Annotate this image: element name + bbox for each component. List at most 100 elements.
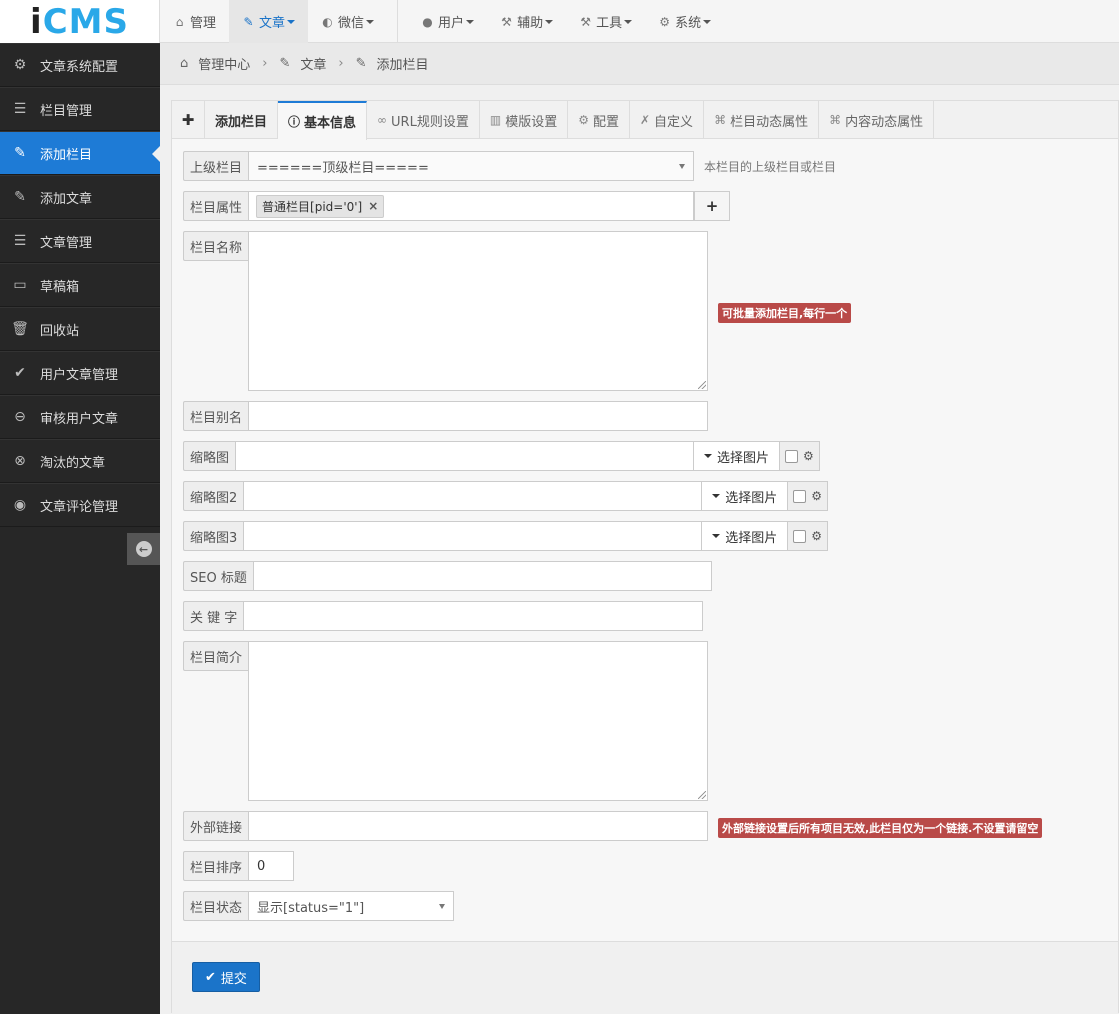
- nav-system[interactable]: ⚙ 系统: [645, 0, 724, 43]
- sidebar-item-add-article[interactable]: ✎ 添加文章: [0, 175, 160, 219]
- desc-label: 栏目简介: [183, 641, 249, 671]
- form-footer: ✔ 提交: [172, 941, 1118, 1013]
- pic1-checkbox[interactable]: [785, 449, 799, 463]
- status-row: 栏目状态 显示[status="1"]: [183, 891, 455, 921]
- seo-label: SEO 标题: [183, 561, 253, 591]
- edit-icon: ✎: [14, 145, 26, 161]
- resize-handle[interactable]: [698, 791, 707, 799]
- nav-divider: [397, 0, 399, 43]
- nav-manage[interactable]: ⌂ 管理: [160, 0, 229, 43]
- pic3-label: 缩略图3: [183, 521, 244, 551]
- sidebar-item-comments[interactable]: ◉ 文章评论管理: [0, 483, 160, 527]
- gear-icon[interactable]: ⚙: [803, 449, 814, 463]
- tab-config[interactable]: ⚙ 配置: [568, 101, 630, 139]
- pic2-select-button[interactable]: 选择图片: [702, 481, 789, 511]
- caret-down-icon: [704, 454, 713, 458]
- attr-input[interactable]: 普通栏目[pid='0'] ×: [248, 191, 695, 221]
- sidebar-item-review[interactable]: ⊖ 审核用户文章: [0, 395, 160, 439]
- gear-icon[interactable]: ⚙: [811, 529, 822, 543]
- pic2-checkbox[interactable]: [793, 489, 807, 503]
- sidebar-item-config[interactable]: ⚙ 文章系统配置: [0, 43, 160, 87]
- trash-icon: 🗑: [11, 321, 29, 337]
- breadcrumb: ⌂ 管理中心 › ✎ 文章 › ✎ 添加栏目: [160, 43, 1119, 85]
- nav-tools[interactable]: ⚒ 工具: [566, 0, 645, 43]
- plus-square-icon: ✚: [172, 101, 205, 139]
- name-textarea[interactable]: [248, 231, 709, 391]
- alias-label: 栏目别名: [183, 401, 249, 431]
- breadcrumb-home[interactable]: 管理中心: [198, 54, 250, 73]
- parent-row: 上级栏目 ======顶级栏目===== 本栏目的上级栏目或栏目: [183, 151, 836, 181]
- gear-icon[interactable]: ⚙: [811, 489, 822, 503]
- nav-assist[interactable]: ⚒ 辅助: [487, 0, 566, 43]
- sidebar-item-user-articles[interactable]: ✔ 用户文章管理: [0, 351, 160, 395]
- parent-select[interactable]: ======顶级栏目=====: [248, 151, 695, 181]
- pic3-select-button[interactable]: 选择图片: [702, 521, 789, 551]
- sidebar-item-category-manage[interactable]: ☰ 栏目管理: [0, 87, 160, 131]
- url-hint-badge: 外部链接设置后所有项目无效,此栏目仅为一个链接.不设置请留空: [718, 818, 1043, 838]
- pic1-input[interactable]: [235, 441, 695, 471]
- nav-user[interactable]: ● 用户: [408, 0, 487, 43]
- name-hint-badge: 可批量添加栏目,每行一个: [718, 303, 852, 323]
- pic1-select-button[interactable]: 选择图片: [694, 441, 781, 471]
- logo[interactable]: i CMS: [0, 0, 160, 43]
- panel-title: 添加栏目: [205, 101, 279, 139]
- logo-mark: i: [30, 1, 43, 42]
- caret-down-icon: [712, 494, 721, 498]
- desc-textarea[interactable]: [248, 641, 709, 801]
- parent-hint: 本栏目的上级栏目或栏目: [704, 159, 837, 174]
- check-circle-icon: ✔: [14, 365, 26, 381]
- parent-label: 上级栏目: [183, 151, 249, 181]
- chevron-down-icon: [287, 19, 296, 24]
- sidebar-item-trash[interactable]: 🗑 回收站: [0, 307, 160, 351]
- edit-icon: ✎: [279, 56, 291, 71]
- add-attr-button[interactable]: +: [694, 191, 731, 221]
- tab-url-rules[interactable]: ∞ URL规则设置: [367, 101, 480, 139]
- desc-row: 栏目简介: [183, 641, 709, 801]
- attr-label: 栏目属性: [183, 191, 249, 221]
- pic2-options: ⚙: [788, 481, 829, 511]
- chevron-down-icon: [439, 903, 446, 909]
- pic2-input[interactable]: [243, 481, 703, 511]
- tab-content-props[interactable]: ⌘ 内容动态属性: [819, 101, 935, 139]
- pic3-row: 缩略图3 选择图片 ⚙: [183, 521, 829, 551]
- submit-button[interactable]: ✔ 提交: [192, 962, 260, 992]
- sidebar-item-add-category[interactable]: ✎ 添加栏目: [0, 131, 160, 175]
- breadcrumb-section[interactable]: 文章: [300, 54, 326, 73]
- sidebar-item-drafts[interactable]: ▭ 草稿箱: [0, 263, 160, 307]
- sidebar-collapse-button[interactable]: ←: [127, 533, 160, 565]
- gear-icon: ⚙: [578, 113, 589, 127]
- url-label: 外部链接: [183, 811, 249, 841]
- nav-wechat[interactable]: ◐ 微信: [308, 0, 387, 43]
- alias-input[interactable]: [248, 401, 709, 431]
- times-circle-icon: ⊗: [14, 453, 26, 469]
- tab-template[interactable]: ▥ 模版设置: [480, 101, 569, 139]
- close-icon[interactable]: ×: [368, 199, 378, 213]
- order-row: 栏目排序 0: [183, 851, 295, 881]
- nav-article[interactable]: ✎ 文章: [229, 0, 309, 43]
- attr-row: 栏目属性 普通栏目[pid='0'] × +: [183, 191, 731, 221]
- arrow-left-icon: ←: [135, 541, 152, 557]
- pic3-checkbox[interactable]: [793, 529, 807, 543]
- order-input[interactable]: 0: [248, 851, 295, 881]
- caret-down-icon: [712, 534, 721, 538]
- resize-handle[interactable]: [698, 381, 707, 389]
- chevron-down-icon: [366, 19, 375, 24]
- sidebar-item-rejected[interactable]: ⊗ 淘汰的文章: [0, 439, 160, 483]
- pic2-label: 缩略图2: [183, 481, 244, 511]
- attr-tag: 普通栏目[pid='0'] ×: [256, 194, 385, 218]
- tab-basic-info[interactable]: ⓘ 基本信息: [278, 101, 368, 140]
- keywords-input[interactable]: [243, 601, 704, 631]
- pic2-row: 缩略图2 选择图片 ⚙: [183, 481, 829, 511]
- home-icon: ⌂: [175, 14, 184, 29]
- url-input[interactable]: [248, 811, 709, 841]
- tab-category-props[interactable]: ⌘ 栏目动态属性: [704, 101, 820, 139]
- sidebar-item-article-manage[interactable]: ☰ 文章管理: [0, 219, 160, 263]
- comments-icon: ◉: [13, 497, 27, 513]
- seo-input[interactable]: [252, 561, 712, 591]
- status-select[interactable]: 显示[status="1"]: [248, 891, 455, 921]
- chevron-down-icon: [679, 163, 686, 169]
- top-bar: i CMS ⌂ 管理 ✎ 文章 ◐ 微信 ● 用户 ⚒ 辅助 ⚒ 工具 ⚙ 系统: [0, 0, 1119, 43]
- pic3-options: ⚙: [788, 521, 829, 551]
- tab-custom[interactable]: ✗ 自定义: [630, 101, 705, 139]
- pic3-input[interactable]: [243, 521, 703, 551]
